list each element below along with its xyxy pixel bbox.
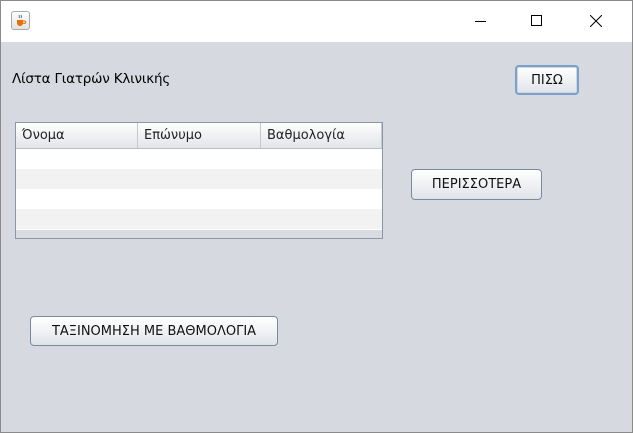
app-window: Λίστα Γιατρών Κλινικής ΠΙΣΩ Όνομα Επώνυμ… <box>0 0 633 433</box>
table-row[interactable] <box>16 169 382 189</box>
close-icon <box>590 15 602 27</box>
column-header-last-name[interactable]: Επώνυμο <box>138 123 261 148</box>
table-row[interactable] <box>16 209 382 229</box>
page-title: Λίστα Γιατρών Κλινικής <box>12 71 171 87</box>
table-row[interactable] <box>16 189 382 209</box>
close-button[interactable] <box>573 1 619 42</box>
back-button[interactable]: ΠΙΣΩ <box>515 65 579 95</box>
minimize-button[interactable] <box>458 1 504 42</box>
table-bottom-strip <box>16 230 382 238</box>
java-cup-icon[interactable] <box>11 11 30 30</box>
column-header-rating[interactable]: Βαθμολογία <box>261 123 382 148</box>
table-row[interactable] <box>16 149 382 169</box>
maximize-button[interactable] <box>514 1 560 42</box>
maximize-icon <box>531 15 542 26</box>
more-button[interactable]: ΠΕΡΙΣΣΟΤΕΡΑ <box>411 169 542 200</box>
title-bar <box>1 1 632 42</box>
content-panel: Λίστα Γιατρών Κλινικής ΠΙΣΩ Όνομα Επώνυμ… <box>1 42 632 432</box>
sort-by-rating-button[interactable]: ΤΑΞΙΝΟΜΗΣΗ ΜΕ ΒΑΘΜΟΛΟΓΙΑ <box>30 316 278 346</box>
column-header-first-name[interactable]: Όνομα <box>16 123 138 148</box>
table-body[interactable] <box>16 149 382 229</box>
table-header: Όνομα Επώνυμο Βαθμολογία <box>16 123 382 149</box>
doctors-table[interactable]: Όνομα Επώνυμο Βαθμολογία <box>15 122 383 239</box>
minimize-icon <box>475 21 486 22</box>
